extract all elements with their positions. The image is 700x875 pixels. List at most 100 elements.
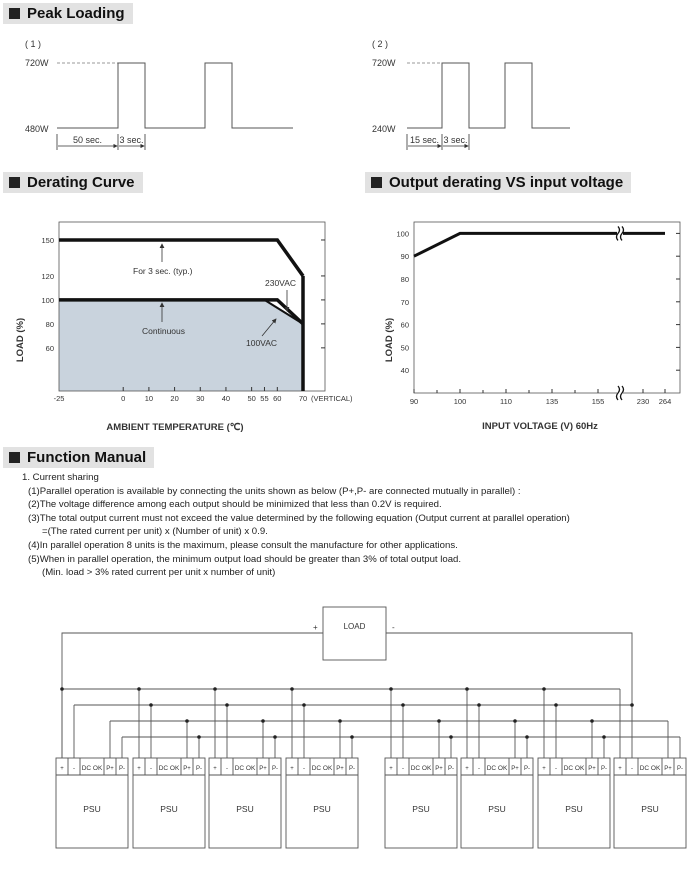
x-tick-label: 40	[222, 394, 230, 403]
waveform-label: ( 2 )	[372, 39, 388, 49]
junction-dot	[213, 687, 217, 691]
psu-label: PSU	[160, 804, 177, 814]
y-tick-label: 100	[396, 229, 409, 238]
junction-dot	[185, 719, 189, 723]
terminal-label: P-	[524, 766, 530, 772]
junction-dot	[542, 687, 546, 691]
high-level-label: 720W	[372, 58, 396, 68]
low-duration-label: 15 sec.	[410, 135, 439, 145]
junction-dot	[525, 735, 529, 739]
low-level-label: 240W	[372, 124, 396, 134]
junction-dot	[590, 719, 594, 723]
terminal-label: P-	[196, 766, 202, 772]
manual-item: (2)The voltage difference among each out…	[28, 499, 442, 511]
terminal-label: +	[213, 766, 217, 772]
manual-heading: 1. Current sharing	[22, 472, 99, 483]
x-tick-label: 10	[145, 394, 153, 403]
x-tick-label: 60	[273, 394, 281, 403]
function-manual-text: 1. Current sharing (1)Parallel operation…	[22, 471, 570, 580]
y-tick-label: 80	[46, 320, 54, 329]
terminal-label: +	[137, 766, 141, 772]
junction-dot	[60, 687, 64, 691]
terminal-label: P-	[601, 766, 607, 772]
psu-unit: + - DC OK P+ P- PSU	[537, 757, 611, 849]
terminal-label: P+	[664, 766, 672, 772]
terminal-label: -	[226, 766, 228, 772]
junction-dot	[477, 703, 481, 707]
load-plus-label: +	[313, 623, 318, 632]
x-tick-label: -25	[54, 394, 65, 403]
terminal-label: -	[555, 766, 557, 772]
x-tick-label: 155	[592, 397, 605, 406]
plot-frame	[413, 221, 681, 394]
junction-dot	[225, 703, 229, 707]
junction-dot	[437, 719, 441, 723]
derating-chart: 60 80 100 120 150 -25 0 10 20 30 40 50 55 60 70 (VERTIC…	[15, 221, 353, 433]
terminal-label: P+	[259, 766, 267, 772]
load-minus-label: -	[392, 623, 395, 632]
y-tick-label: 120	[41, 272, 54, 281]
x-tick-label: 100	[454, 397, 467, 406]
datasheet-graphics: ( 1 ) 720W 480W 50 sec. 3 sec. ( 2 ) 720W 240W 1…	[15, 39, 687, 849]
terminal-label: +	[618, 766, 622, 772]
low-level-label: 480W	[25, 124, 49, 134]
terminal-label: P+	[336, 766, 344, 772]
junction-dot	[137, 687, 141, 691]
annotation-230vac: 230VAC	[265, 278, 296, 288]
junction-dot	[602, 735, 606, 739]
psu-unit: + - DC OK P+ P- PSU	[132, 757, 206, 849]
y-tick-label: 70	[401, 298, 409, 307]
x-tick-label: 264	[659, 397, 672, 406]
psu-unit: + - DC OK P+ P- PSU	[208, 757, 282, 849]
terminal-label: P-	[448, 766, 454, 772]
x-axis-title: INPUT VOLTAGE (V) 60Hz	[482, 421, 598, 432]
terminal-label: P+	[435, 766, 443, 772]
peak-duration-label: 3 sec.	[119, 135, 143, 145]
series-line	[413, 231, 665, 258]
terminal-label: DC OK	[411, 765, 432, 772]
load-waveform	[57, 62, 293, 129]
voltage-derating-chart: 40 50 60 70 80 90 100 90 100 110 135 155 230 264 INPUT…	[384, 221, 681, 432]
terminal-label: DC OK	[564, 765, 585, 772]
terminal-label: +	[542, 766, 546, 772]
junction-dot	[389, 687, 393, 691]
manual-item: (3)The total output current must not exc…	[28, 512, 570, 524]
junction-dot	[302, 703, 306, 707]
junction-dot	[513, 719, 517, 723]
psu-unit: + - DC OK P+ P- PSU	[613, 757, 687, 849]
peak-duration-label: 3 sec.	[443, 135, 467, 145]
terminal-label: -	[631, 766, 633, 772]
x-tick-label: 20	[170, 394, 178, 403]
terminal-label: P-	[349, 766, 355, 772]
terminal-label: DC OK	[159, 765, 180, 772]
peak-loading-waveform-2: ( 2 ) 720W 240W 15 sec. 3 sec.	[372, 39, 570, 150]
manual-item-continuation: =(The rated current per unit) x (Number …	[42, 526, 268, 538]
terminal-label: +	[290, 766, 294, 772]
junction-dot	[290, 687, 294, 691]
x-tick-label: 50	[247, 394, 255, 403]
parallel-connection-diagram: LOAD+ -+ - DC OK P+ P-PSU+ - DC OK P+ P-PSU+ - DC O…	[55, 606, 687, 849]
terminal-label: +	[465, 766, 469, 772]
junction-dot	[261, 719, 265, 723]
terminal-label: -	[303, 766, 305, 772]
psu-unit: + - DC OK P+ P- PSU	[285, 757, 359, 849]
y-tick-label: 60	[401, 321, 409, 330]
manual-item: (1)Parallel operation is available by co…	[28, 485, 521, 497]
annotation-peak: For 3 sec. (typ.)	[133, 266, 193, 276]
manual-item: (4)In parallel operation 8 units is the …	[28, 539, 458, 551]
terminal-label: P+	[106, 766, 114, 772]
x-tick-label: 70	[299, 394, 307, 403]
x-tick-label: 0	[121, 394, 125, 403]
terminal-label: -	[478, 766, 480, 772]
terminal-label: DC OK	[312, 765, 333, 772]
y-tick-label: 150	[41, 236, 54, 245]
peak-loading-waveform-1: ( 1 ) 720W 480W 50 sec. 3 sec.	[25, 39, 293, 150]
terminal-label: P-	[677, 766, 683, 772]
terminal-label: DC OK	[640, 765, 661, 772]
waveform-label: ( 1 )	[25, 39, 41, 49]
psu-label: PSU	[641, 804, 658, 814]
y-axis-title: LOAD (%)	[384, 318, 395, 362]
terminal-label: DC OK	[235, 765, 256, 772]
positive-load-wire	[61, 632, 323, 758]
y-tick-label: 80	[401, 275, 409, 284]
